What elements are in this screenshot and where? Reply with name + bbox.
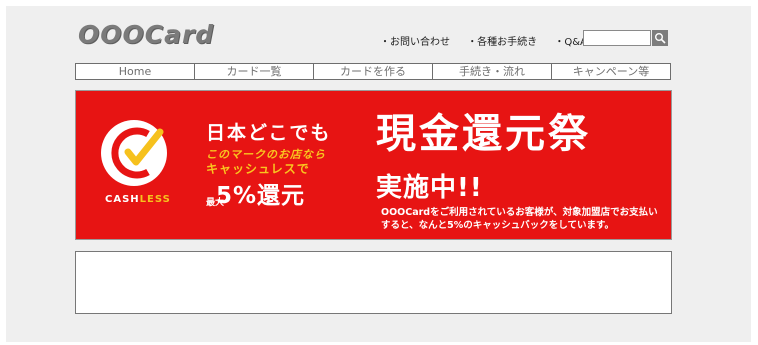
search-icon	[655, 33, 666, 44]
banner-subtitle: 実施中!!	[376, 173, 483, 203]
qa-link[interactable]: ・Q&A	[554, 37, 587, 48]
nav-procedures[interactable]: 手続き・流れ	[433, 64, 552, 79]
cashless-label: CASHLESS	[105, 194, 171, 205]
nav-create-card[interactable]: カードを作る	[314, 64, 433, 79]
banner-line-max-rebate: 最大5%還元	[206, 176, 305, 210]
content-area	[75, 251, 672, 314]
search-box	[583, 30, 668, 46]
max-label: 最大	[206, 198, 225, 208]
contact-link[interactable]: ・お問い合わせ	[380, 37, 450, 48]
rebate-rate: 5%還元	[216, 183, 306, 209]
top-links: ・お問い合わせ ・各種お手続き ・Q&A	[380, 33, 601, 48]
search-input[interactable]	[583, 30, 651, 46]
main-nav: Home カード一覧 カードを作る 手続き・流れ キャンペーン等	[75, 63, 671, 80]
nav-home[interactable]: Home	[76, 64, 195, 79]
search-button[interactable]	[652, 30, 668, 46]
nav-card-list[interactable]: カード一覧	[195, 64, 314, 79]
campaign-banner[interactable]: CASHLESS 日本どこでも このマークのお店なら キャッシュレスで 最大5%…	[75, 90, 672, 240]
banner-line-everywhere: 日本どこでも	[206, 122, 332, 144]
banner-title: 現金還元祭	[376, 111, 591, 157]
page-background: OOOCard ・お問い合わせ ・各種お手続き ・Q&A Home カード一覧 …	[6, 6, 751, 342]
procedures-link[interactable]: ・各種お手続き	[467, 37, 537, 48]
banner-line-cashless: キャッシュレスで	[206, 162, 310, 176]
nav-campaigns[interactable]: キャンペーン等	[552, 64, 670, 79]
site-logo[interactable]: OOOCard	[78, 20, 214, 49]
banner-description: OOOCardをご利用されているお客様が、対象加盟店でお支払いすると、なんと5%…	[381, 207, 658, 231]
